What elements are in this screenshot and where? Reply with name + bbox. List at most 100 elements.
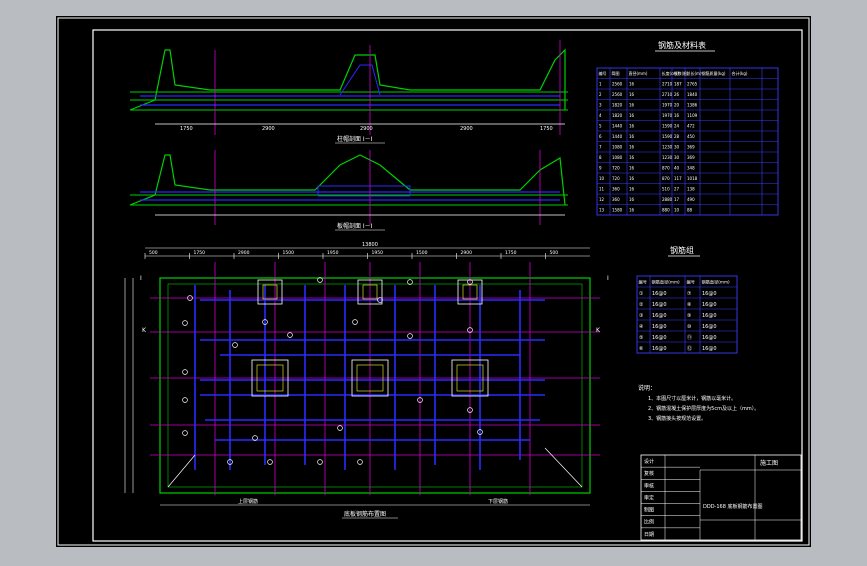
rebar-table-cell: 16	[629, 155, 635, 160]
rebar-table-cell: 30	[674, 145, 680, 150]
rebar-table-cell: 16	[629, 208, 635, 213]
group-table-cell: 16@0	[702, 302, 717, 308]
group-table-cell: 16@0	[652, 335, 667, 341]
rebar-table-cell: 16	[629, 187, 635, 192]
group-table-header: 编号	[639, 279, 647, 286]
plan-axis-right: I	[607, 275, 609, 282]
rebar-table-cell: 1080	[612, 145, 623, 150]
rebar-table-cell: 2765	[687, 82, 698, 87]
rebar-table-cell: 88	[687, 208, 693, 213]
rebar-table-cell: 1440	[612, 124, 623, 129]
rebar-table-header: 钢筋质量(kg)	[702, 70, 726, 76]
group-table-cell: ⑪	[687, 334, 692, 341]
rebar-table-cell: 1820	[612, 113, 623, 118]
section-top-title: 柱帽剖面 I－I	[337, 135, 373, 143]
title-block-row-label: 复核	[644, 470, 654, 477]
rebar-table-cell: 27	[674, 187, 680, 192]
section-top-dim-2: 2900	[360, 126, 373, 132]
plan-title: 底板钢筋布置图	[344, 510, 386, 518]
rebar-table-cell: 187	[674, 82, 682, 87]
rebar-table-cell: 1386	[687, 103, 698, 108]
rebar-table-cell: 40	[674, 166, 680, 171]
plan-dim-segment: 500	[149, 250, 158, 256]
group-table-cell: 16@0	[702, 346, 717, 352]
cad-drawing: 1750 2900 2900 2900 1750 柱帽剖面 I－I 板帽剖面 I…	[0, 0, 867, 562]
rebar-table-cell: 1970	[662, 113, 673, 118]
rebar-group-title: 钢筋组	[670, 245, 694, 255]
title-block-project: DDD-168 底板钢筋布置图	[703, 503, 763, 510]
group-table-cell: ①	[639, 291, 644, 297]
rebar-table-cell: 870	[662, 166, 670, 171]
group-table-cell: 16@0	[702, 291, 717, 297]
group-table-cell: 16@0	[702, 324, 717, 330]
group-table-cell: ⑥	[639, 346, 644, 352]
title-block-row-label: 制图	[644, 507, 654, 514]
group-table-cell: ⑩	[687, 324, 692, 330]
plan-note-right: 下层钢筋	[488, 498, 508, 505]
rebar-table-cell: 1970	[662, 103, 673, 108]
title-block-row-label: 日期	[644, 532, 654, 538]
plan-dim-segment: 1500	[283, 250, 295, 256]
group-table-header: 钢筋直径(mm)	[702, 279, 731, 286]
rebar-table-cell: 28	[674, 134, 680, 139]
rebar-table-cell: 1230	[662, 155, 673, 160]
section-top-dim-0: 1750	[180, 126, 193, 132]
rebar-table-cell: 2710	[662, 92, 673, 97]
plan-dim-segment: 1750	[194, 250, 206, 256]
title-block-sheet: 施工图	[760, 459, 778, 467]
rebar-table-header: 合计(kg)	[732, 70, 748, 76]
rebar-table-cell: 16	[629, 176, 635, 181]
group-table-cell: ⑤	[639, 335, 643, 341]
plan-note-left: 上层钢筋	[238, 498, 258, 505]
drawing-canvas: 1750 2900 2900 2900 1750 柱帽剖面 I－I 板帽剖面 I…	[56, 16, 811, 547]
rebar-table-cell: 450	[687, 134, 695, 139]
rebar-table-cell: 2560	[612, 82, 623, 87]
rebar-table-cell: 369	[687, 145, 695, 150]
group-table-cell: ②	[639, 302, 644, 308]
rebar-table-cell: 16	[674, 113, 680, 118]
title-block-row-label: 审定	[644, 494, 654, 501]
rebar-table-cell: 1820	[612, 103, 623, 108]
group-table-cell: ③	[639, 313, 643, 319]
section-top-dim-4: 1750	[540, 126, 553, 132]
rebar-table-cell: 11	[599, 187, 605, 192]
group-table-cell: 16@0	[652, 291, 667, 297]
rebar-table-cell: 720	[612, 166, 620, 171]
rebar-table-cell: 348	[687, 166, 695, 171]
rebar-table-cell: 2560	[612, 92, 623, 97]
group-table-cell: 16@0	[652, 346, 667, 352]
rebar-table-cell: 1440	[612, 134, 623, 139]
plan-dim-segment: 1750	[505, 250, 517, 256]
group-table-cell: 16@0	[702, 313, 717, 319]
plan-dim-segment: 2900	[461, 250, 473, 256]
rebar-table-cell: 490	[687, 197, 695, 202]
section-top-dim-1: 2900	[262, 126, 275, 132]
rebar-table-cell: 360	[612, 197, 620, 202]
rebar-table-cell: 16	[629, 103, 635, 108]
section-top-dim-3: 2900	[460, 126, 473, 132]
rebar-table-header: 直径(mm)	[629, 70, 648, 76]
group-table-cell: ⑧	[687, 302, 692, 308]
notes-item-3: 3、钢筋接头按规范设置。	[648, 415, 706, 422]
rebar-table-cell: 1590	[662, 134, 673, 139]
rebar-table-header: 总长(m)	[687, 70, 702, 76]
rebar-table-cell: 26	[674, 92, 680, 97]
rebar-table-cell: 369	[687, 155, 695, 160]
rebar-table-header: 编号	[599, 70, 607, 76]
rebar-table-cell: 16	[629, 134, 635, 139]
rebar-table-cell: 16	[629, 145, 635, 150]
rebar-table-cell: 1590	[662, 124, 673, 129]
group-table-cell: ⑨	[687, 313, 691, 319]
rebar-table-cell: 870	[662, 176, 670, 181]
plan-dim-segment: 2900	[238, 250, 250, 256]
rebar-table-cell: 472	[687, 124, 695, 129]
group-table-cell: ⑫	[687, 345, 692, 352]
rebar-table-cell: 720	[612, 176, 620, 181]
rebar-table-cell: 1109	[687, 113, 698, 118]
section-bottom-title: 板帽剖面 I－I	[337, 222, 373, 230]
rebar-table-cell: 16	[629, 82, 635, 87]
rebar-table-cell: 360	[612, 187, 620, 192]
rebar-table-cell: 880	[662, 208, 670, 213]
rebar-table-cell: 10	[599, 176, 605, 181]
group-table-header: 编号	[687, 279, 695, 286]
